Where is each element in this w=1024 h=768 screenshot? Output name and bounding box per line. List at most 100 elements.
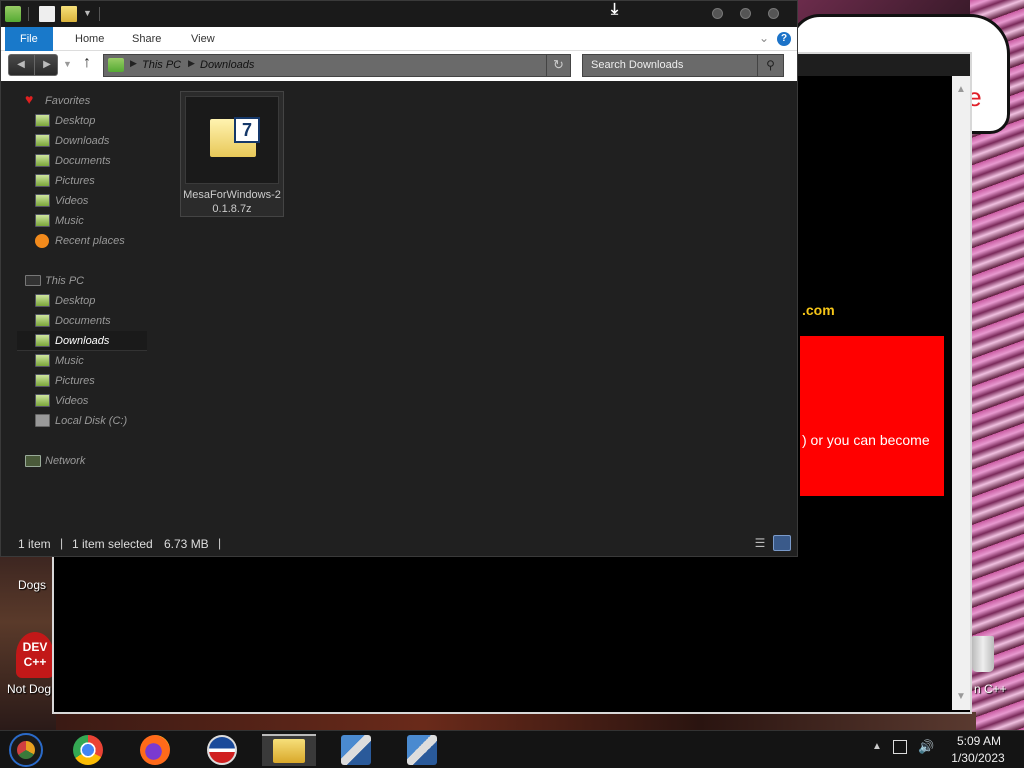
scroll-up-icon[interactable]: ▲ bbox=[956, 84, 966, 95]
navigation-bar: ◀ ▶ ▼ ↑ ▶ This PC ▶ Downloads ↻ Search D… bbox=[1, 51, 797, 81]
search-input[interactable]: Search Downloads bbox=[591, 59, 683, 71]
address-bar[interactable]: ▶ This PC ▶ Downloads ↻ bbox=[103, 54, 571, 77]
nav-fav-downloads[interactable]: Downloads bbox=[17, 131, 147, 151]
nav-network[interactable]: Network bbox=[17, 451, 147, 471]
up-arrow-icon[interactable]: ↑ bbox=[83, 54, 91, 72]
nav-item-label: Documents bbox=[55, 315, 111, 327]
scroll-down-icon[interactable]: ▼ bbox=[956, 691, 966, 702]
nav-this-pc[interactable]: This PC bbox=[17, 271, 147, 291]
clock-date[interactable]: 1/30/2023 bbox=[946, 751, 1010, 765]
show-hidden-icons-chevron-icon[interactable]: ▲ bbox=[872, 741, 882, 752]
nav-pc-videos[interactable]: Videos bbox=[17, 391, 147, 411]
nav-pc-local-disk[interactable]: Local Disk (C:) bbox=[17, 411, 147, 431]
file-item[interactable]: 7 MesaForWindows-20.1.8.7z bbox=[180, 91, 284, 217]
desktop-icon-dev-cpp-label[interactable]: n C++ bbox=[974, 682, 1007, 696]
search-icon[interactable]: ⚲ bbox=[757, 55, 783, 76]
download-arrow-icon: ⤓ bbox=[611, 1, 619, 18]
dev-cpp-icon[interactable]: DEV C++ bbox=[16, 632, 54, 678]
volume-icon[interactable]: 🔊 bbox=[918, 739, 934, 755]
network-status-icon[interactable] bbox=[893, 740, 907, 754]
nav-item-label: Videos bbox=[55, 395, 89, 407]
documents-folder-icon bbox=[35, 154, 50, 167]
videos-folder-icon bbox=[35, 194, 50, 207]
customize-toolbar-chevron-icon[interactable]: ▼ bbox=[83, 8, 92, 18]
nav-pc-downloads[interactable]: Downloads bbox=[17, 331, 147, 351]
search-box[interactable]: Search Downloads ⚲ bbox=[582, 54, 784, 77]
large-icons-view-icon[interactable] bbox=[773, 535, 791, 551]
file-explorer-folder-icon bbox=[273, 739, 305, 763]
status-item-count: 1 item bbox=[18, 537, 51, 551]
nav-fav-recent[interactable]: Recent places bbox=[17, 231, 147, 251]
nav-favorites[interactable]: ♥ Favorites bbox=[17, 91, 147, 111]
recycle-bin-icon[interactable] bbox=[972, 636, 994, 672]
tab-share[interactable]: Share bbox=[118, 27, 175, 51]
toolbar-separator bbox=[28, 7, 29, 21]
clock-time[interactable]: 5:09 AM bbox=[952, 734, 1006, 748]
background-window-scrollbar[interactable]: ▲ ▼ bbox=[952, 76, 970, 710]
file-name: MesaForWindows-20.1.8.7z bbox=[183, 189, 281, 215]
chrome-icon[interactable] bbox=[72, 734, 104, 766]
nav-pc-documents[interactable]: Documents bbox=[17, 311, 147, 331]
breadcrumb-chevron-icon[interactable]: ▶ bbox=[188, 58, 195, 69]
wallpaper-bottom-strip bbox=[56, 712, 976, 730]
tab-view[interactable]: View bbox=[177, 27, 229, 51]
firefox-glyph bbox=[140, 735, 170, 765]
recent-locations-chevron-icon[interactable]: ▼ bbox=[63, 59, 72, 69]
installer-2-icon[interactable] bbox=[406, 734, 438, 766]
explorer-titlebar[interactable]: ▼ ⤓ bbox=[1, 1, 797, 27]
nav-fav-desktop[interactable]: Desktop bbox=[17, 111, 147, 131]
file-explorer-taskbar-button[interactable] bbox=[262, 734, 316, 766]
installer-1-icon[interactable] bbox=[340, 734, 372, 766]
status-separator: | bbox=[60, 536, 64, 550]
nav-item-label: Local Disk (C:) bbox=[55, 415, 128, 427]
expand-ribbon-chevron-icon[interactable]: ⌄ bbox=[759, 31, 769, 45]
tab-home[interactable]: Home bbox=[61, 27, 118, 51]
nav-pc-desktop[interactable]: Desktop bbox=[17, 291, 147, 311]
close-button[interactable] bbox=[768, 8, 779, 19]
pictures-folder-icon bbox=[35, 174, 50, 187]
nav-fav-pictures[interactable]: Pictures bbox=[17, 171, 147, 191]
heart-icon: ♥ bbox=[25, 91, 34, 107]
nav-item-label: Pictures bbox=[55, 175, 95, 187]
nav-item-label: Music bbox=[55, 355, 84, 367]
forward-arrow-icon[interactable]: ▶ bbox=[35, 59, 59, 70]
status-selection: 1 item selected bbox=[72, 537, 153, 551]
nav-network-label: Network bbox=[45, 455, 86, 467]
nav-fav-documents[interactable]: Documents bbox=[17, 151, 147, 171]
breadcrumb-this-pc[interactable]: This PC bbox=[142, 59, 181, 71]
background-domain-text: .com bbox=[802, 302, 835, 318]
help-icon[interactable]: ? bbox=[777, 32, 791, 46]
refresh-icon[interactable]: ↻ bbox=[546, 55, 570, 76]
desktop-folder-icon bbox=[35, 294, 50, 307]
tab-file[interactable]: File bbox=[5, 27, 53, 51]
properties-icon[interactable] bbox=[39, 6, 55, 22]
computer-icon bbox=[25, 275, 41, 286]
file-thumbnail: 7 bbox=[185, 96, 279, 184]
status-bar: 1 item | 1 item selected 6.73 MB | ☰ bbox=[1, 531, 797, 557]
desktop-icon-not-dog-label[interactable]: Not Dog bbox=[7, 682, 51, 696]
chrome-canary-icon[interactable] bbox=[9, 733, 43, 767]
folder-icon[interactable] bbox=[5, 6, 21, 22]
firefox-icon[interactable] bbox=[139, 734, 171, 766]
back-arrow-icon[interactable]: ◀ bbox=[9, 59, 33, 70]
nav-pc-pictures[interactable]: Pictures bbox=[17, 371, 147, 391]
back-forward-group: ◀ ▶ bbox=[8, 54, 58, 76]
explorer-content: ♥ Favorites Desktop Downloads Documents … bbox=[1, 83, 797, 523]
file-explorer-window[interactable]: ▼ ⤓ File Home Share View ⌄ ? ◀ ▶ ▼ ↑ ▶ T… bbox=[0, 0, 798, 557]
minimize-button[interactable] bbox=[712, 8, 723, 19]
maximize-button[interactable] bbox=[740, 8, 751, 19]
this-pc-folder-icon bbox=[108, 58, 124, 72]
nav-favorites-label: Favorites bbox=[45, 95, 91, 107]
nav-fav-music[interactable]: Music bbox=[17, 211, 147, 231]
breadcrumb-chevron-icon[interactable]: ▶ bbox=[130, 58, 137, 69]
nav-item-label: Recent places bbox=[55, 235, 125, 247]
nav-fav-videos[interactable]: Videos bbox=[17, 191, 147, 211]
details-view-icon[interactable]: ☰ bbox=[751, 535, 769, 551]
new-folder-icon[interactable] bbox=[61, 6, 77, 22]
breadcrumb-downloads[interactable]: Downloads bbox=[200, 59, 254, 71]
background-window-titlebar bbox=[794, 54, 970, 76]
desktop-icon-dogs-label[interactable]: Dogs bbox=[18, 578, 46, 592]
nav-pc-music[interactable]: Music bbox=[17, 351, 147, 371]
obama-logo-icon[interactable] bbox=[206, 734, 238, 766]
